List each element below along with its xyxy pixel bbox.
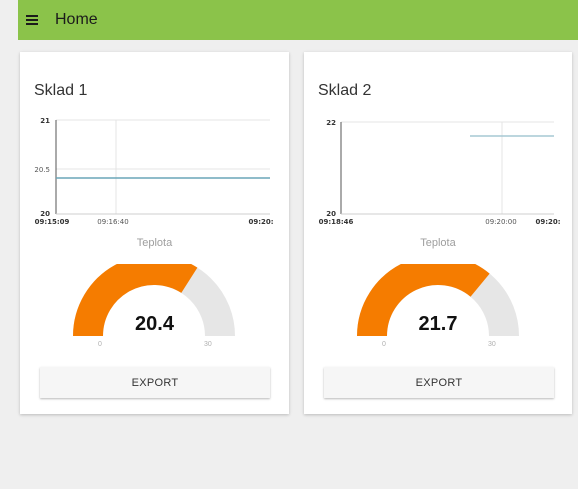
x-tick-label: 09:16:40 [97,218,128,226]
gauge-value: 21.7 [418,313,458,335]
gauge-max-label: 30 [204,341,212,348]
x-tick-label: 09:20: [248,218,273,226]
temperature-line-chart: 21 20.5 20 09:15:09 09:16:40 09:20: [34,117,273,226]
hamburger-menu-icon[interactable] [26,15,38,25]
temperature-line-chart: 22 20 09:18:46 09:20:00 09:20: [319,119,561,226]
gauge-label: Teplota [136,237,173,249]
gauge-max-label: 30 [488,341,496,348]
x-tick-label: 09:20:00 [485,218,516,226]
y-tick-label: 20 [40,210,50,218]
y-tick-label: 21 [40,117,50,125]
card-sklad-1: Sklad 1 21 20.5 20 09:15:09 09:16:40 09:… [20,52,289,414]
page-title: Home [55,11,98,28]
export-button[interactable]: EXPORT [40,367,270,398]
y-tick-label: 20 [326,210,336,218]
gauge-min-label: 0 [382,341,386,348]
y-tick-label: 20.5 [34,166,50,174]
card-sklad-2: Sklad 2 22 20 09:18:46 09:20:00 09:20: T… [304,52,572,414]
export-button[interactable]: EXPORT [324,367,554,398]
x-tick-label: 09:15:09 [35,218,70,226]
y-tick-label: 22 [326,119,336,127]
gauge-min-label: 0 [98,341,102,348]
card-title: Sklad 2 [318,82,372,99]
x-tick-label: 09:18:46 [319,218,354,226]
gauge-label: Teplota [420,237,456,249]
top-app-bar: Home [18,0,578,40]
x-tick-label: 09:20: [535,218,560,226]
gauge-value: 20.4 [135,313,174,335]
card-title: Sklad 1 [34,82,88,99]
